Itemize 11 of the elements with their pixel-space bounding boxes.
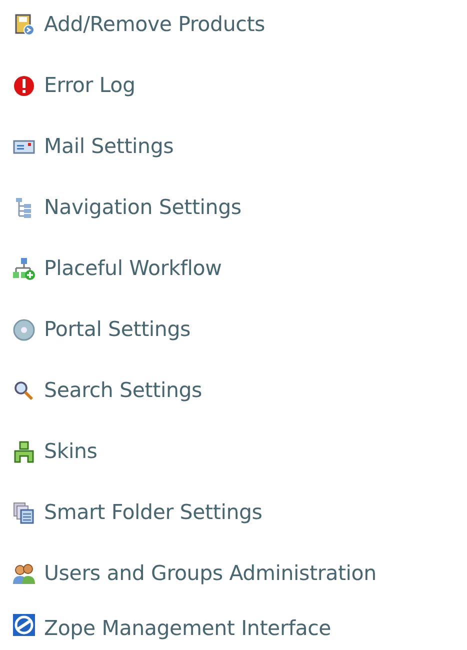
settings-link[interactable]: Navigation Settings xyxy=(44,192,242,223)
settings-link[interactable]: Portal Settings xyxy=(44,314,190,345)
settings-link[interactable]: Smart Folder Settings xyxy=(44,497,262,528)
settings-link[interactable]: Zope Management Interface xyxy=(44,613,332,644)
settings-link[interactable]: Skins xyxy=(44,436,98,467)
settings-link[interactable]: Add/Remove Products xyxy=(44,9,266,40)
settings-link[interactable]: Placeful Workflow xyxy=(44,253,222,284)
settings-link[interactable]: Search Settings xyxy=(44,375,202,406)
settings-link[interactable]: Users and Groups Administration xyxy=(44,558,376,589)
settings-link[interactable]: Error Log xyxy=(44,70,136,101)
settings-link[interactable]: Mail Settings xyxy=(44,131,174,162)
